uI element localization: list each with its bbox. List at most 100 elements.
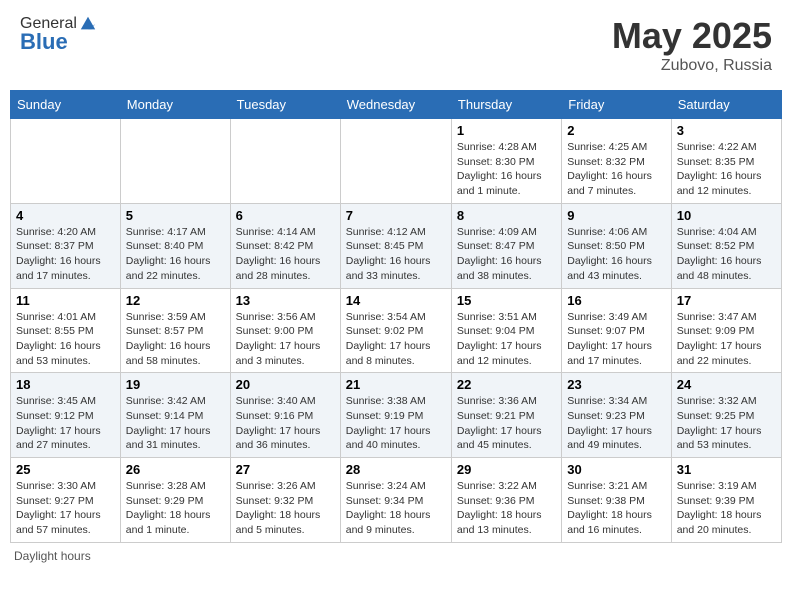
calendar-cell: 26Sunrise: 3:28 AM Sunset: 9:29 PM Dayli… [120, 458, 230, 543]
day-number: 14 [346, 293, 446, 308]
day-number: 3 [677, 123, 776, 138]
day-number: 27 [236, 462, 335, 477]
day-number: 24 [677, 377, 776, 392]
day-info: Sunrise: 4:17 AM Sunset: 8:40 PM Dayligh… [126, 225, 225, 284]
calendar-week-5: 25Sunrise: 3:30 AM Sunset: 9:27 PM Dayli… [11, 458, 782, 543]
calendar-cell: 12 Sunrise: 3:59 AM Sunset: 8:57 PM Dayli… [120, 288, 230, 373]
page-header: General Blue May 2025 Zubovo, Russia [10, 10, 782, 80]
calendar-cell: 4 Sunrise: 4:20 AM Sunset: 8:37 PM Daylig… [11, 203, 121, 288]
calendar-cell: 7 Sunrise: 4:12 AM Sunset: 8:45 PM Daylig… [340, 203, 451, 288]
title-block: May 2025 Zubovo, Russia [612, 15, 772, 75]
calendar-cell: 13Sunrise: 3:56 AM Sunset: 9:00 PM Dayli… [230, 288, 340, 373]
day-info: Sunrise: 3:59 AM Sunset: 8:57 PM Dayligh… [126, 310, 225, 369]
day-number: 19 [126, 377, 225, 392]
day-info: Sunrise: 3:34 AM Sunset: 9:23 PM Dayligh… [567, 394, 665, 453]
weekday-header-monday: Monday [120, 91, 230, 119]
day-info: Sunrise: 4:01 AM Sunset: 8:55 PM Dayligh… [16, 310, 115, 369]
day-info: Sunrise: 3:54 AM Sunset: 9:02 PM Dayligh… [346, 310, 446, 369]
day-info: Sunrise: 3:47 AM Sunset: 9:09 PM Dayligh… [677, 310, 776, 369]
location-subtitle: Zubovo, Russia [612, 57, 772, 75]
weekday-header-thursday: Thursday [451, 91, 561, 119]
day-number: 8 [457, 208, 556, 223]
calendar-cell [11, 119, 121, 204]
calendar-cell: 6Sunrise: 4:14 AM Sunset: 8:42 PM Daylig… [230, 203, 340, 288]
footer-note: Daylight hours [10, 549, 782, 563]
day-number: 22 [457, 377, 556, 392]
day-info: Sunrise: 3:22 AM Sunset: 9:36 PM Dayligh… [457, 479, 556, 538]
day-info: Sunrise: 3:38 AM Sunset: 9:19 PM Dayligh… [346, 394, 446, 453]
calendar-cell [120, 119, 230, 204]
calendar-table: SundayMondayTuesdayWednesdayThursdayFrid… [10, 90, 782, 543]
day-number: 12 [126, 293, 225, 308]
calendar-cell: 31Sunrise: 3:19 AM Sunset: 9:39 PM Dayli… [671, 458, 781, 543]
day-number: 21 [346, 377, 446, 392]
day-number: 16 [567, 293, 665, 308]
day-info: Sunrise: 3:32 AM Sunset: 9:25 PM Dayligh… [677, 394, 776, 453]
day-number: 2 [567, 123, 665, 138]
calendar-cell: 22Sunrise: 3:36 AM Sunset: 9:21 PM Dayli… [451, 373, 561, 458]
weekday-header-friday: Friday [562, 91, 671, 119]
day-info: Sunrise: 4:20 AM Sunset: 8:37 PM Dayligh… [16, 225, 115, 284]
calendar-cell: 10Sunrise: 4:04 AM Sunset: 8:52 PM Dayli… [671, 203, 781, 288]
calendar-cell: 8 Sunrise: 4:09 AM Sunset: 8:47 PM Daylig… [451, 203, 561, 288]
calendar-cell: 20 Sunrise: 3:40 AM Sunset: 9:16 PM Dayli… [230, 373, 340, 458]
calendar-cell: 24 Sunrise: 3:32 AM Sunset: 9:25 PM Dayli… [671, 373, 781, 458]
day-number: 29 [457, 462, 556, 477]
calendar-cell: 11 Sunrise: 4:01 AM Sunset: 8:55 PM Dayli… [11, 288, 121, 373]
calendar-week-4: 18 Sunrise: 3:45 AM Sunset: 9:12 PM Dayli… [11, 373, 782, 458]
day-number: 1 [457, 123, 556, 138]
day-number: 17 [677, 293, 776, 308]
day-info: Sunrise: 4:12 AM Sunset: 8:45 PM Dayligh… [346, 225, 446, 284]
calendar-week-2: 4 Sunrise: 4:20 AM Sunset: 8:37 PM Daylig… [11, 203, 782, 288]
weekday-header-sunday: Sunday [11, 91, 121, 119]
day-number: 23 [567, 377, 665, 392]
logo-icon [79, 15, 97, 33]
day-info: Sunrise: 3:40 AM Sunset: 9:16 PM Dayligh… [236, 394, 335, 453]
day-info: Sunrise: 3:49 AM Sunset: 9:07 PM Dayligh… [567, 310, 665, 369]
calendar-week-3: 11 Sunrise: 4:01 AM Sunset: 8:55 PM Dayli… [11, 288, 782, 373]
calendar-cell [340, 119, 451, 204]
day-info: Sunrise: 3:56 AM Sunset: 9:00 PM Dayligh… [236, 310, 335, 369]
day-number: 10 [677, 208, 776, 223]
day-info: Sunrise: 4:28 AM Sunset: 8:30 PM Dayligh… [457, 140, 556, 199]
day-info: Sunrise: 3:19 AM Sunset: 9:39 PM Dayligh… [677, 479, 776, 538]
day-number: 18 [16, 377, 115, 392]
calendar-cell: 16 Sunrise: 3:49 AM Sunset: 9:07 PM Dayli… [562, 288, 671, 373]
calendar-cell: 23 Sunrise: 3:34 AM Sunset: 9:23 PM Dayli… [562, 373, 671, 458]
day-info: Sunrise: 3:24 AM Sunset: 9:34 PM Dayligh… [346, 479, 446, 538]
calendar-cell: 2 Sunrise: 4:25 AM Sunset: 8:32 PM Daylig… [562, 119, 671, 204]
day-number: 20 [236, 377, 335, 392]
calendar-cell: 25Sunrise: 3:30 AM Sunset: 9:27 PM Dayli… [11, 458, 121, 543]
day-number: 25 [16, 462, 115, 477]
calendar-cell: 18 Sunrise: 3:45 AM Sunset: 9:12 PM Dayli… [11, 373, 121, 458]
day-info: Sunrise: 4:25 AM Sunset: 8:32 PM Dayligh… [567, 140, 665, 199]
calendar-cell: 19Sunrise: 3:42 AM Sunset: 9:14 PM Dayli… [120, 373, 230, 458]
day-number: 6 [236, 208, 335, 223]
day-info: Sunrise: 4:22 AM Sunset: 8:35 PM Dayligh… [677, 140, 776, 199]
weekday-header-row: SundayMondayTuesdayWednesdayThursdayFrid… [11, 91, 782, 119]
day-number: 4 [16, 208, 115, 223]
day-info: Sunrise: 3:26 AM Sunset: 9:32 PM Dayligh… [236, 479, 335, 538]
day-info: Sunrise: 3:21 AM Sunset: 9:38 PM Dayligh… [567, 479, 665, 538]
weekday-header-wednesday: Wednesday [340, 91, 451, 119]
calendar-cell: 3 Sunrise: 4:22 AM Sunset: 8:35 PM Daylig… [671, 119, 781, 204]
day-info: Sunrise: 3:45 AM Sunset: 9:12 PM Dayligh… [16, 394, 115, 453]
month-year-title: May 2025 [612, 15, 772, 57]
day-number: 7 [346, 208, 446, 223]
calendar-cell: 5Sunrise: 4:17 AM Sunset: 8:40 PM Daylig… [120, 203, 230, 288]
calendar-cell: 30 Sunrise: 3:21 AM Sunset: 9:38 PM Dayli… [562, 458, 671, 543]
calendar-cell: 21 Sunrise: 3:38 AM Sunset: 9:19 PM Dayli… [340, 373, 451, 458]
logo: General Blue [20, 15, 97, 55]
calendar-cell: 17 Sunrise: 3:47 AM Sunset: 9:09 PM Dayli… [671, 288, 781, 373]
day-number: 30 [567, 462, 665, 477]
day-number: 11 [16, 293, 115, 308]
calendar-cell: 29 Sunrise: 3:22 AM Sunset: 9:36 PM Dayli… [451, 458, 561, 543]
calendar-cell: 15Sunrise: 3:51 AM Sunset: 9:04 PM Dayli… [451, 288, 561, 373]
calendar-cell: 1 Sunrise: 4:28 AM Sunset: 8:30 PM Daylig… [451, 119, 561, 204]
calendar-cell: 14 Sunrise: 3:54 AM Sunset: 9:02 PM Dayli… [340, 288, 451, 373]
day-number: 9 [567, 208, 665, 223]
calendar-week-1: 1 Sunrise: 4:28 AM Sunset: 8:30 PM Daylig… [11, 119, 782, 204]
day-info: Sunrise: 3:28 AM Sunset: 9:29 PM Dayligh… [126, 479, 225, 538]
day-info: Sunrise: 4:09 AM Sunset: 8:47 PM Dayligh… [457, 225, 556, 284]
calendar-cell: 28Sunrise: 3:24 AM Sunset: 9:34 PM Dayli… [340, 458, 451, 543]
